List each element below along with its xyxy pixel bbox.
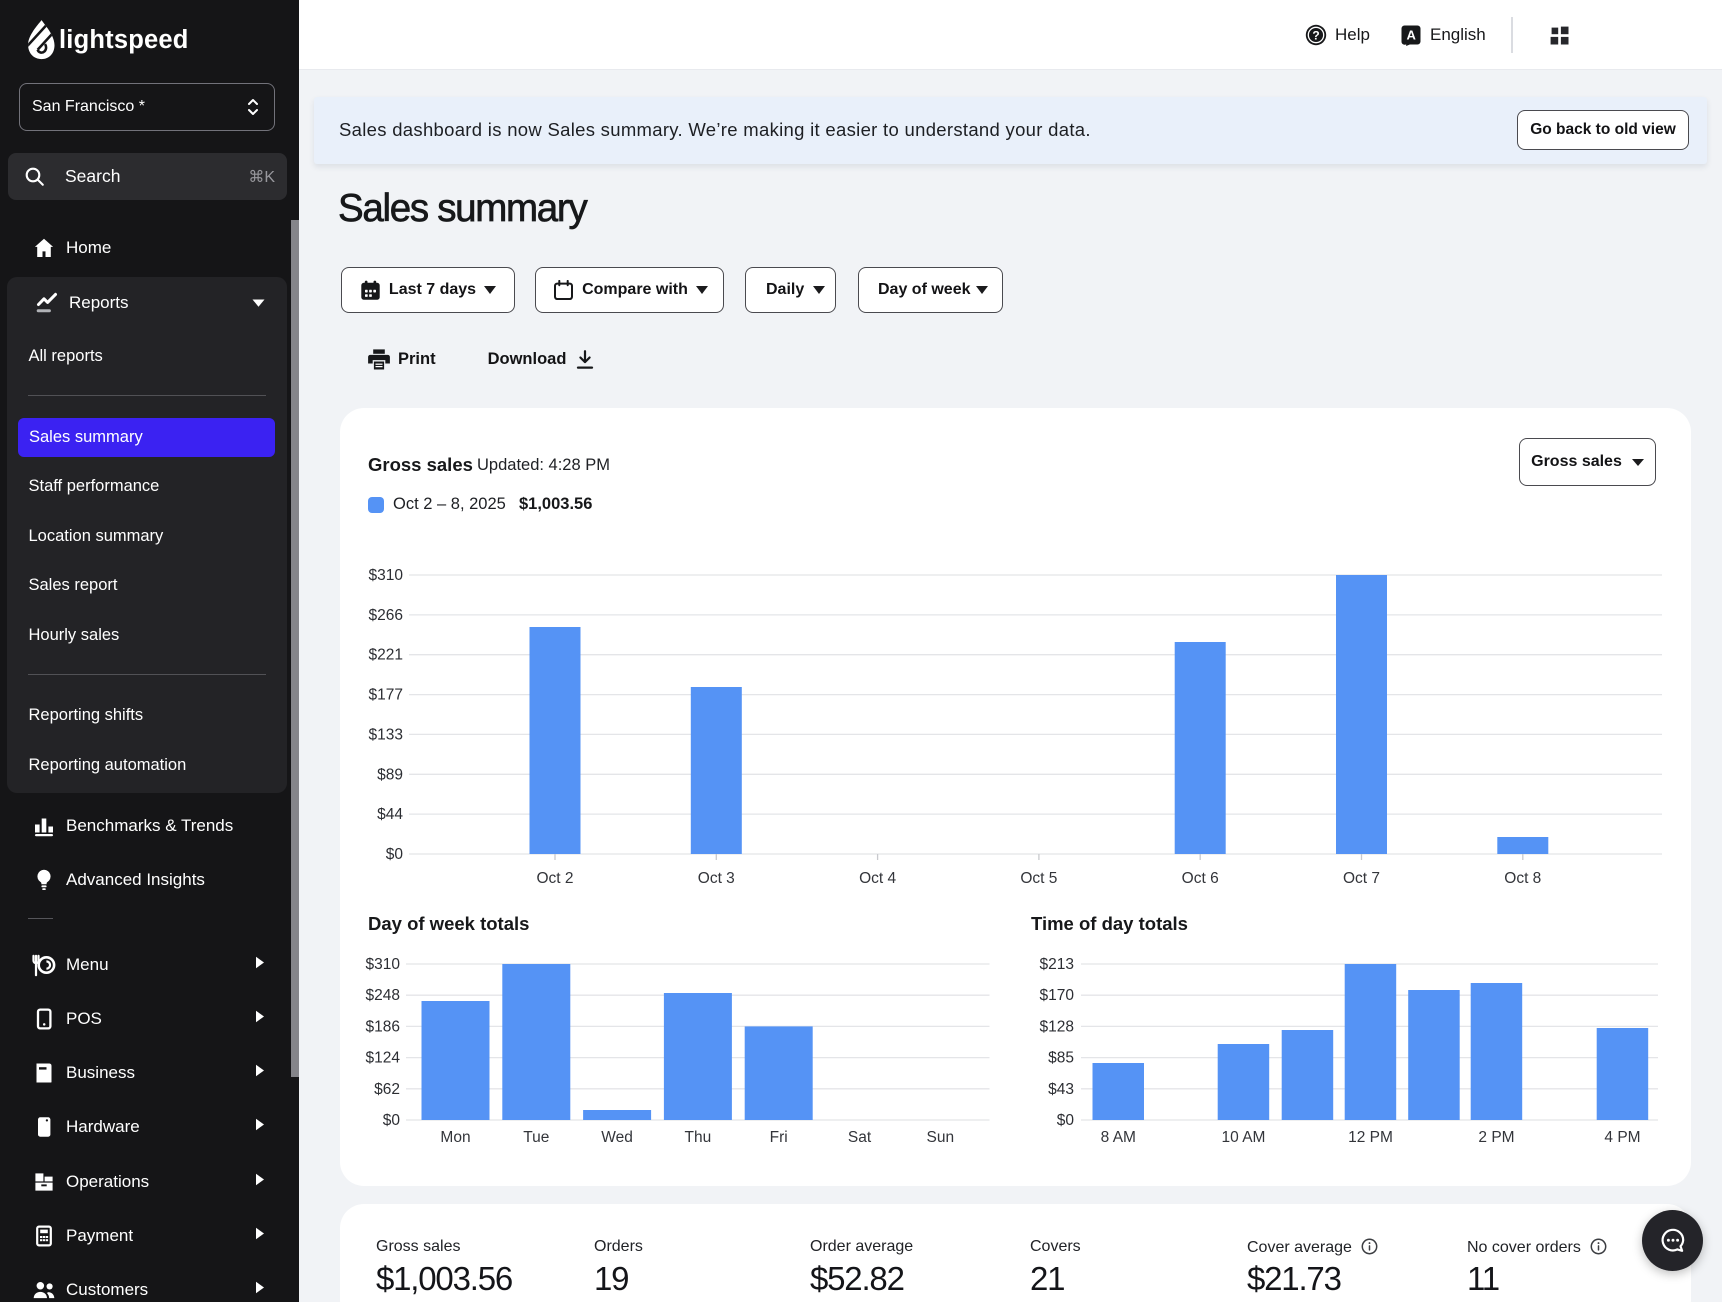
svg-text:$89: $89 — [377, 766, 403, 783]
svg-text:Oct 7: Oct 7 — [1343, 870, 1380, 887]
svg-text:$186: $186 — [366, 1018, 400, 1035]
svg-text:12 PM: 12 PM — [1348, 1129, 1393, 1146]
svg-text:Oct 8: Oct 8 — [1504, 870, 1541, 887]
svg-text:$43: $43 — [1048, 1081, 1074, 1098]
svg-text:$221: $221 — [369, 647, 403, 664]
svg-text:Wed: Wed — [601, 1129, 633, 1146]
svg-text:$0: $0 — [383, 1112, 401, 1129]
svg-text:Oct 4: Oct 4 — [859, 870, 896, 887]
svg-text:2 PM: 2 PM — [1478, 1129, 1514, 1146]
svg-text:$128: $128 — [1040, 1018, 1074, 1035]
svg-text:8 AM: 8 AM — [1101, 1129, 1136, 1146]
svg-text:Oct 5: Oct 5 — [1020, 870, 1057, 887]
svg-text:$85: $85 — [1048, 1050, 1074, 1067]
svg-text:Tue: Tue — [523, 1129, 549, 1146]
svg-text:$213: $213 — [1040, 956, 1074, 973]
svg-text:$44: $44 — [377, 806, 403, 823]
svg-text:$62: $62 — [374, 1081, 400, 1098]
svg-text:Sat: Sat — [848, 1129, 872, 1146]
svg-text:$124: $124 — [366, 1050, 401, 1067]
svg-text:$133: $133 — [369, 726, 403, 743]
svg-text:Sun: Sun — [927, 1129, 955, 1146]
svg-text:$248: $248 — [366, 987, 400, 1004]
svg-text:10 AM: 10 AM — [1222, 1129, 1266, 1146]
svg-text:$0: $0 — [1057, 1112, 1075, 1129]
svg-text:Oct 6: Oct 6 — [1182, 870, 1219, 887]
svg-text:$177: $177 — [369, 687, 403, 704]
svg-text:Fri: Fri — [770, 1129, 788, 1146]
svg-text:4 PM: 4 PM — [1604, 1129, 1640, 1146]
svg-text:$0: $0 — [386, 846, 404, 863]
svg-text:Oct 2: Oct 2 — [536, 870, 573, 887]
svg-text:$170: $170 — [1040, 987, 1075, 1004]
svg-text:$310: $310 — [366, 956, 401, 973]
svg-text:Mon: Mon — [440, 1129, 470, 1146]
svg-text:$310: $310 — [369, 567, 404, 584]
svg-text:Oct 3: Oct 3 — [698, 870, 735, 887]
svg-text:?: ? — [1312, 28, 1319, 42]
svg-text:Thu: Thu — [685, 1129, 712, 1146]
svg-text:A: A — [1407, 28, 1417, 43]
svg-text:$266: $266 — [369, 607, 403, 624]
